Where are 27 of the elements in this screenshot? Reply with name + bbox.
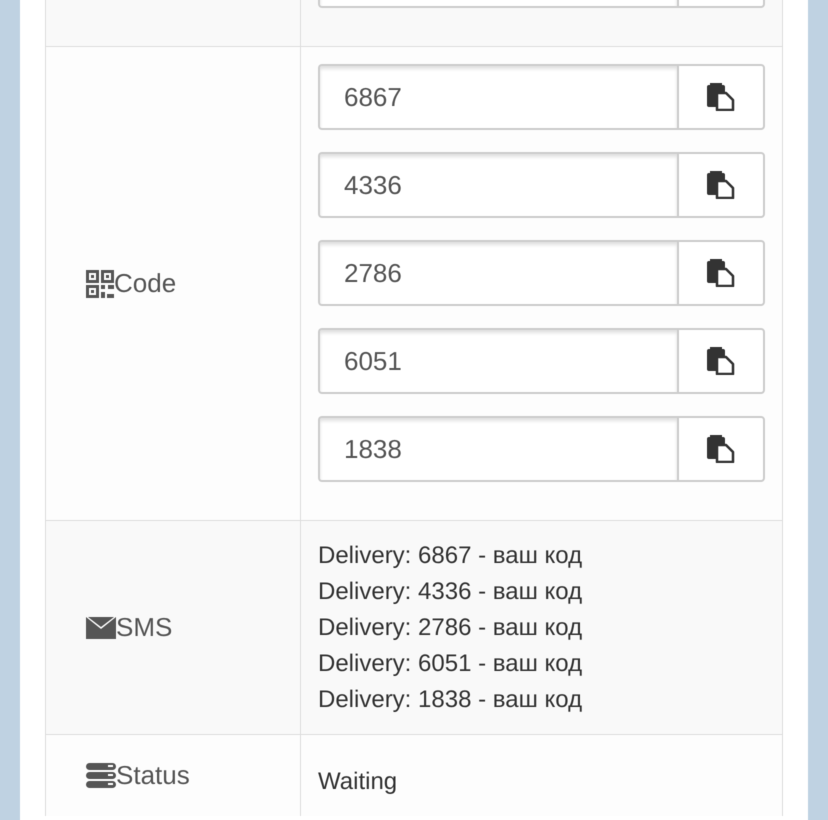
sms-message: Delivery: 2786 - ваш код bbox=[318, 613, 584, 643]
sms-message: Delivery: 4336 - ваш код bbox=[318, 577, 584, 607]
code-field[interactable]: 2786 bbox=[318, 240, 677, 306]
copy-button[interactable] bbox=[677, 416, 765, 482]
copy-button[interactable] bbox=[677, 64, 765, 130]
qr-code-icon bbox=[86, 270, 114, 298]
code-field[interactable]: 1838 bbox=[318, 416, 677, 482]
code-field[interactable]: 6051 bbox=[318, 328, 677, 394]
envelope-icon bbox=[86, 616, 116, 638]
sms-message: Delivery: 1838 - ваш код bbox=[318, 685, 584, 715]
copy-icon bbox=[707, 259, 735, 287]
copy-icon bbox=[707, 347, 735, 375]
code-field[interactable]: 6867 bbox=[318, 64, 677, 130]
row-label: SMS bbox=[116, 612, 172, 643]
copy-button[interactable] bbox=[677, 240, 765, 306]
code-field[interactable]: 4336 bbox=[318, 152, 677, 218]
copy-button[interactable] bbox=[677, 152, 765, 218]
row-label: Code bbox=[114, 268, 176, 299]
sms-message: Delivery: 6867 - ваш код bbox=[318, 541, 584, 571]
row-label: Status bbox=[116, 760, 190, 791]
copy-icon bbox=[707, 83, 735, 111]
status-value: Waiting bbox=[318, 767, 398, 797]
copy-icon bbox=[707, 171, 735, 199]
copy-button[interactable] bbox=[677, 328, 765, 394]
server-icon bbox=[86, 762, 116, 788]
sms-message: Delivery: 6051 - ваш код bbox=[318, 649, 584, 679]
copy-icon bbox=[707, 435, 735, 463]
